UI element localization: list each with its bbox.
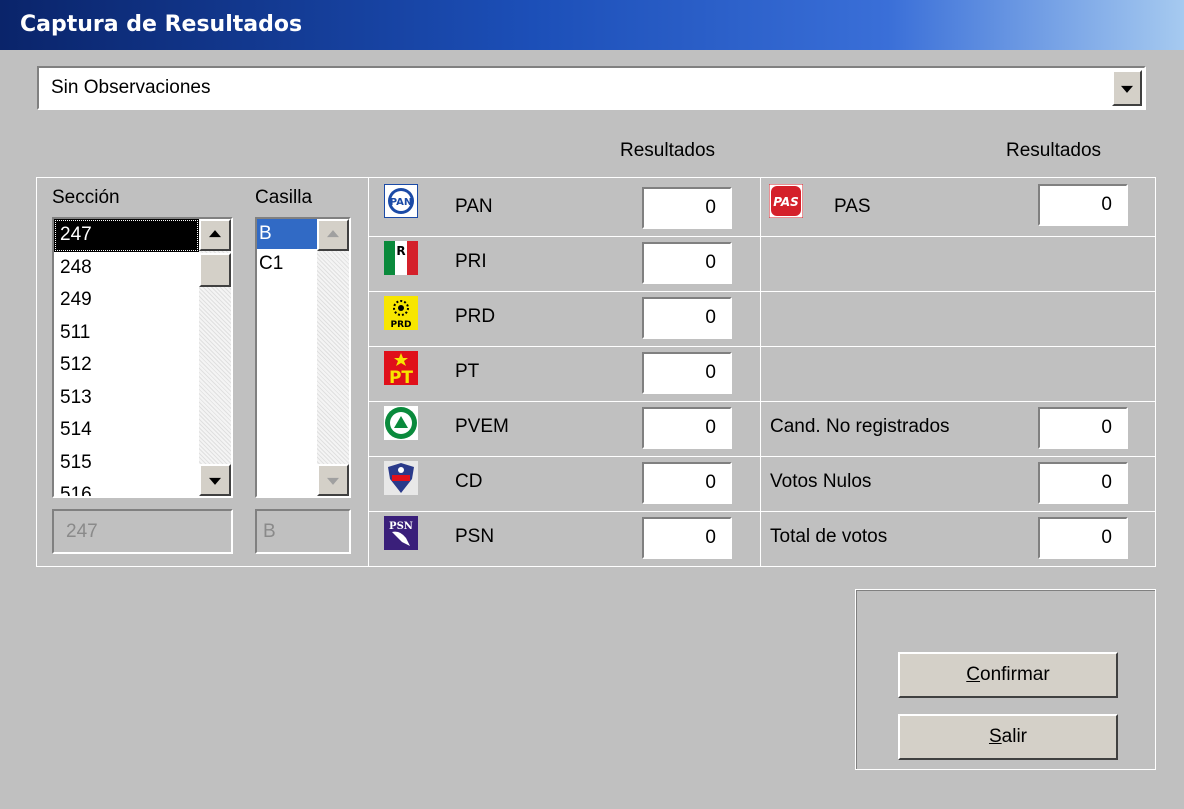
cand-no-registrados-input[interactable]: 0 <box>1038 407 1128 449</box>
confirm-label: onfirmar <box>980 664 1050 685</box>
seccion-item[interactable]: 249 <box>54 284 199 317</box>
casilla-value-field: B <box>255 509 351 554</box>
seccion-item[interactable]: 514 <box>54 414 199 447</box>
observaciones-selected: Sin Observaciones <box>51 77 211 98</box>
casilla-items: B C1 <box>257 219 317 279</box>
seccion-item[interactable]: 512 <box>54 349 199 382</box>
confirm-mnemonic: C <box>966 664 981 685</box>
seccion-item[interactable]: 511 <box>54 317 199 350</box>
svg-text:PT: PT <box>389 368 413 385</box>
cd-votes-input[interactable]: 0 <box>642 462 732 504</box>
seccion-value-field: 247 <box>52 509 233 554</box>
psn-logo-icon: PSN <box>384 516 418 556</box>
party-name-prd: PRD <box>455 306 496 327</box>
seccion-item[interactable]: 248 <box>54 252 199 285</box>
observaciones-combobox[interactable]: Sin Observaciones <box>37 66 1146 110</box>
grid-row-line <box>368 291 1156 292</box>
scroll-thumb[interactable] <box>199 253 231 287</box>
chevron-down-icon <box>209 477 221 485</box>
exit-button[interactable]: Salir <box>898 714 1118 760</box>
grid-row-line <box>368 456 1156 457</box>
grid-row-line <box>368 511 1156 512</box>
cand-no-registrados-label: Cand. No registrados <box>770 416 950 437</box>
title-bar[interactable]: Captura de Resultados <box>0 0 1184 50</box>
grid-row-line <box>368 236 1156 237</box>
pt-logo-icon: PT <box>384 351 418 391</box>
casilla-listbox[interactable]: B C1 <box>255 217 351 498</box>
seccion-item-selected[interactable]: 247 <box>54 219 199 252</box>
votos-nulos-input[interactable]: 0 <box>1038 462 1128 504</box>
total-votos-input: 0 <box>1038 517 1128 559</box>
seccion-item[interactable]: 513 <box>54 382 199 415</box>
party-name-cd: CD <box>455 471 483 492</box>
combo-dropdown-button[interactable] <box>1112 70 1142 106</box>
party-name-pt: PT <box>455 361 480 382</box>
total-votos-label: Total de votos <box>770 526 888 547</box>
scroll-up-button[interactable] <box>199 219 231 251</box>
confirm-button[interactable]: Confirmar <box>898 652 1118 698</box>
pan-logo-icon: PAN <box>383 183 419 224</box>
pri-votes-input[interactable]: 0 <box>642 242 732 284</box>
seccion-listbox[interactable]: 247 248 249 511 512 513 514 515 516 <box>52 217 233 498</box>
cd-logo-icon <box>384 461 418 501</box>
resultados-header-right: Resultados <box>1006 140 1102 161</box>
chevron-up-icon <box>209 230 221 238</box>
svg-text:PAN: PAN <box>390 197 413 208</box>
pvem-logo-icon <box>384 406 418 446</box>
pas-votes-input[interactable]: 0 <box>1038 184 1128 226</box>
pvem-votes-input[interactable]: 0 <box>642 407 732 449</box>
scroll-up-button[interactable] <box>317 219 349 251</box>
pri-logo-icon: R <box>384 241 418 281</box>
party-name-pan: PAN <box>455 196 493 217</box>
casilla-scrollbar[interactable] <box>317 219 349 496</box>
seccion-items: 247 248 249 511 512 513 514 515 516 <box>54 219 199 496</box>
pan-votes-input[interactable]: 0 <box>642 187 732 229</box>
seccion-item[interactable]: 515 <box>54 447 199 480</box>
pas-logo-icon: PAS <box>768 183 804 224</box>
prd-logo-icon: PRD <box>384 296 418 336</box>
party-name-pas: PAS <box>834 196 871 217</box>
exit-label: alir <box>1001 726 1028 747</box>
scroll-down-button[interactable] <box>199 464 231 496</box>
svg-text:PSN: PSN <box>389 521 413 532</box>
window-title: Captura de Resultados <box>20 12 303 37</box>
casilla-item-selected[interactable]: B <box>257 219 317 249</box>
party-name-psn: PSN <box>455 526 495 547</box>
seccion-scrollbar[interactable] <box>199 219 231 496</box>
party-name-pri: PRI <box>455 251 487 272</box>
svg-text:PRD: PRD <box>391 320 412 330</box>
votos-nulos-label: Votos Nulos <box>770 471 872 492</box>
exit-mnemonic: S <box>988 726 1002 747</box>
seccion-item[interactable]: 516 <box>54 479 199 496</box>
casilla-item[interactable]: C1 <box>257 249 317 279</box>
grid-row-line <box>368 346 1156 347</box>
prd-votes-input[interactable]: 0 <box>642 297 732 339</box>
chevron-up-icon <box>327 230 339 238</box>
seccion-label: Sección <box>52 187 120 208</box>
svg-text:R: R <box>396 244 405 258</box>
chevron-down-icon <box>327 477 339 485</box>
party-name-pvem: PVEM <box>455 416 509 437</box>
chevron-down-icon <box>1121 85 1133 93</box>
grid-row-line <box>368 401 1156 402</box>
resultados-header-left: Resultados <box>620 140 716 161</box>
casilla-label: Casilla <box>255 187 313 208</box>
pt-votes-input[interactable]: 0 <box>642 352 732 394</box>
svg-text:PAS: PAS <box>773 195 799 209</box>
scroll-down-button[interactable] <box>317 464 349 496</box>
psn-votes-input[interactable]: 0 <box>642 517 732 559</box>
